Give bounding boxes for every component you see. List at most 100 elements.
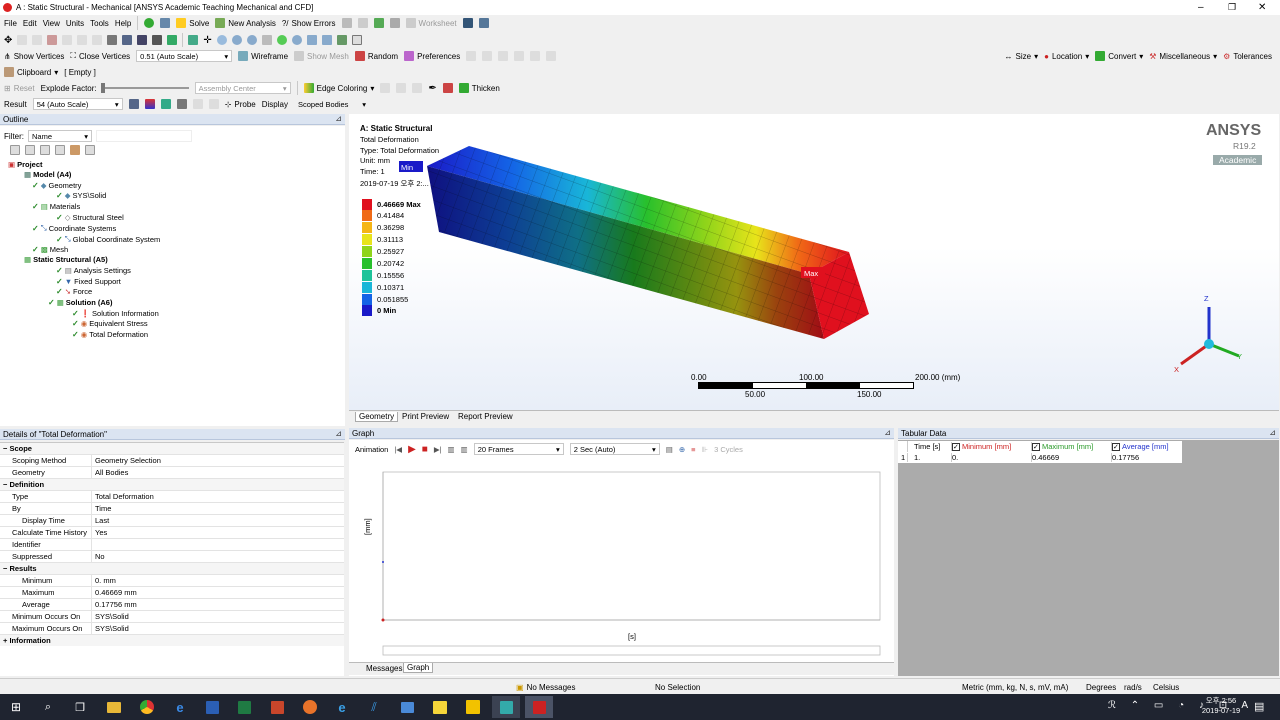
notification-icon[interactable]: ▤ xyxy=(1254,700,1264,713)
details-row[interactable]: Minimum Occurs On SYS\Solid xyxy=(0,610,344,623)
col-maximum[interactable]: ✓ Maximum [mm] xyxy=(1032,442,1112,451)
details-row[interactable]: Maximum Occurs On SYS\Solid xyxy=(0,622,344,635)
details-row[interactable]: Identifier xyxy=(0,538,344,551)
ruler-icon[interactable] xyxy=(498,51,509,61)
thicken-button[interactable]: Thicken xyxy=(458,83,500,93)
edge-coloring-menu[interactable]: Edge Coloring ▾ xyxy=(303,83,374,93)
annotation-icon[interactable] xyxy=(466,51,477,61)
magnifier-icon[interactable] xyxy=(291,35,302,45)
miscellaneous-menu[interactable]: ⚒ Miscellaneous ▾ xyxy=(1149,52,1217,61)
deformed-beam[interactable] xyxy=(349,114,1279,410)
shell-icon[interactable] xyxy=(442,83,453,93)
close-button[interactable]: ✕ xyxy=(1258,2,1266,13)
menu-help[interactable]: Help xyxy=(115,19,131,28)
solve-button[interactable]: Solve xyxy=(176,18,209,28)
label-icon[interactable] xyxy=(357,18,368,28)
legend-entry[interactable]: 0.051855 xyxy=(362,294,408,305)
tree-item[interactable]: ✓ ❗ Solution Information xyxy=(72,309,159,318)
kakao-icon[interactable] xyxy=(426,696,454,718)
mesh-select-icon[interactable] xyxy=(137,35,148,45)
details-row[interactable]: Geometry All Bodies xyxy=(0,466,344,479)
details-row[interactable]: Maximum 0.46669 mm xyxy=(0,586,344,599)
face-select-icon[interactable] xyxy=(47,35,58,45)
col-time[interactable]: Time [s] xyxy=(908,442,952,451)
pin-icon[interactable]: ⊿ xyxy=(884,428,891,437)
unit-system[interactable]: Metric (mm, kg, N, s, mV, mA) xyxy=(962,683,1068,692)
task-view-icon[interactable]: ❒ xyxy=(66,696,94,718)
tree-item[interactable]: ✓ ◉ Equivalent Stress xyxy=(72,319,148,328)
legend-entry[interactable]: 0.31113 xyxy=(362,234,403,245)
vertex-select-icon[interactable] xyxy=(17,35,28,45)
show-mesh-button[interactable]: Show Mesh xyxy=(294,51,349,61)
export-icon[interactable] xyxy=(389,18,400,28)
zoom-icon[interactable] xyxy=(216,35,227,45)
sort-icon[interactable] xyxy=(85,145,95,155)
size-menu[interactable]: ↔ Size ▾ xyxy=(1005,52,1039,61)
tolerances-button[interactable]: ⚙ Tolerances xyxy=(1223,52,1272,61)
tab-geometry[interactable]: Geometry xyxy=(355,412,399,422)
scale-select[interactable]: 0.51 (Auto Scale) ▾ xyxy=(136,50,233,62)
clipboard-menu[interactable]: Clipboard ▾ xyxy=(4,67,58,77)
assembly-center-select[interactable]: Assembly Center ▾ xyxy=(194,82,291,94)
legend-entry[interactable]: 0.10371 xyxy=(362,282,404,293)
menu-edit[interactable]: Edit xyxy=(23,19,37,28)
legend-entry[interactable]: 0.46669 Max xyxy=(362,199,421,210)
menu-units[interactable]: Units xyxy=(66,19,84,28)
min-label-icon[interactable] xyxy=(208,99,219,109)
edge-icon[interactable]: e xyxy=(166,696,194,718)
excel-icon[interactable] xyxy=(230,696,258,718)
pan-icon[interactable]: ✛ xyxy=(203,35,211,46)
tree-item[interactable]: ✓ ⤡ Coordinate Systems xyxy=(32,223,116,233)
rotate-icon[interactable] xyxy=(188,35,199,45)
legend-entry[interactable]: 0.15556 xyxy=(362,270,404,281)
tree-item-selected[interactable]: ✓ ◉ Total Deformation xyxy=(72,330,148,339)
select-mode-icon[interactable]: ✥ xyxy=(4,35,12,46)
menu-view[interactable]: View xyxy=(43,19,60,28)
help-cursor-icon[interactable] xyxy=(462,18,473,28)
details-section[interactable]: − Results xyxy=(0,563,344,575)
maximize-button[interactable]: ❐ xyxy=(1228,2,1236,13)
legend-icon[interactable] xyxy=(514,51,525,61)
firefox-icon[interactable] xyxy=(296,696,324,718)
show-errors-button[interactable]: ?/Show Errors xyxy=(282,19,336,28)
tree-expand-icon[interactable] xyxy=(40,145,50,155)
edge-direction-icon[interactable]: ✒ xyxy=(428,83,436,94)
matlab-icon[interactable]: ⫽ xyxy=(360,696,388,718)
prev-view-icon[interactable] xyxy=(306,35,317,45)
arrow-icon[interactable] xyxy=(160,18,171,28)
edge-select-icon[interactable] xyxy=(32,35,43,45)
details-row[interactable]: By Time xyxy=(0,502,344,515)
edge-style2-icon[interactable] xyxy=(396,83,407,93)
ie-icon[interactable]: e xyxy=(328,696,356,718)
tree-item[interactable]: ✓ ▤ Materials xyxy=(32,202,80,211)
worksheet-button[interactable]: Worksheet xyxy=(405,18,457,28)
timeline-bar[interactable] xyxy=(382,645,881,656)
next-view-icon[interactable] xyxy=(321,35,332,45)
minimize-button[interactable]: – xyxy=(1198,2,1204,13)
details-row[interactable]: Scoping Method Geometry Selection xyxy=(0,454,344,467)
workbench-icon[interactable] xyxy=(492,696,520,718)
app-icon[interactable] xyxy=(393,696,421,718)
tree-item[interactable]: ✓ ➘ Force xyxy=(56,287,92,296)
pin-icon[interactable]: ⊿ xyxy=(335,114,342,123)
details-row[interactable]: Display Time Last xyxy=(0,514,344,527)
tab-report-preview[interactable]: Report Preview xyxy=(455,412,516,421)
powerpoint-icon[interactable] xyxy=(263,696,291,718)
word-icon[interactable] xyxy=(198,696,226,718)
tree-item[interactable]: ▦ Static Structural (A5) xyxy=(24,255,108,264)
rate-unit[interactable]: rad/s xyxy=(1124,683,1142,692)
show-vertices-button[interactable]: ⋔ Show Vertices xyxy=(4,52,64,61)
details-section[interactable]: − Scope xyxy=(0,443,344,455)
triad-icon[interactable] xyxy=(530,51,541,61)
tree-collapse-icon[interactable] xyxy=(55,145,65,155)
result-scale-select[interactable]: 54 (Auto Scale) ▾ xyxy=(32,98,123,110)
edges-icon[interactable] xyxy=(160,99,171,109)
explode-slider[interactable] xyxy=(100,83,189,93)
chrome-icon[interactable] xyxy=(133,696,161,718)
reset-button[interactable]: ⊞ Reset xyxy=(4,84,35,93)
checkbox-checked[interactable]: ✓ xyxy=(952,442,960,451)
zoom-box-icon[interactable] xyxy=(261,35,272,45)
tree-item[interactable]: ✓ ▦ Solution (A6) xyxy=(48,298,112,307)
start-button[interactable]: ⊞ xyxy=(2,696,30,718)
display-select[interactable]: Scoped Bodies ▾ xyxy=(294,98,370,110)
